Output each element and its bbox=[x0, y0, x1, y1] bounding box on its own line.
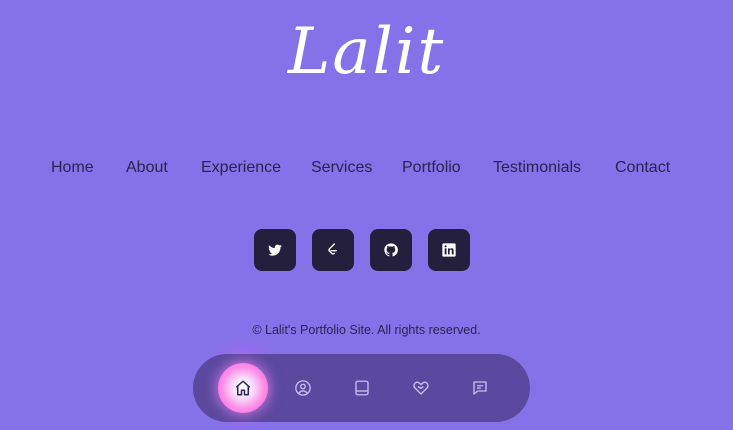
github-link[interactable] bbox=[370, 229, 412, 271]
book-icon bbox=[355, 380, 369, 396]
nav-home[interactable]: Home bbox=[51, 158, 94, 178]
linkedin-icon bbox=[442, 243, 456, 257]
dock-home-button[interactable] bbox=[218, 363, 268, 413]
handshake-icon bbox=[413, 381, 429, 395]
nav-testimonials[interactable]: Testimonials bbox=[493, 158, 581, 178]
bottom-dock-nav bbox=[193, 354, 530, 422]
social-links bbox=[0, 229, 733, 271]
github-icon bbox=[384, 243, 398, 257]
dock-contact-button[interactable] bbox=[455, 363, 505, 413]
leetcode-icon bbox=[328, 243, 337, 255]
nav-portfolio[interactable]: Portfolio bbox=[402, 158, 461, 178]
dock-about-button[interactable] bbox=[278, 363, 328, 413]
linkedin-link[interactable] bbox=[428, 229, 470, 271]
logo[interactable]: Lalit bbox=[0, 12, 733, 92]
message-icon bbox=[473, 381, 487, 395]
home-icon bbox=[235, 380, 251, 396]
dock-experience-button[interactable] bbox=[337, 363, 387, 413]
nav-contact[interactable]: Contact bbox=[615, 158, 670, 178]
copyright-text: © Lalit's Portfolio Site. All rights res… bbox=[252, 323, 481, 337]
user-icon bbox=[295, 380, 311, 396]
nav-experience[interactable]: Experience bbox=[201, 158, 281, 178]
main-nav: Home About Experience Services Portfolio… bbox=[0, 158, 733, 180]
twitter-icon bbox=[268, 244, 282, 256]
nav-services[interactable]: Services bbox=[311, 158, 372, 178]
leetcode-link[interactable] bbox=[312, 229, 354, 271]
twitter-link[interactable] bbox=[254, 229, 296, 271]
dock-services-button[interactable] bbox=[396, 363, 446, 413]
nav-about[interactable]: About bbox=[126, 158, 168, 178]
